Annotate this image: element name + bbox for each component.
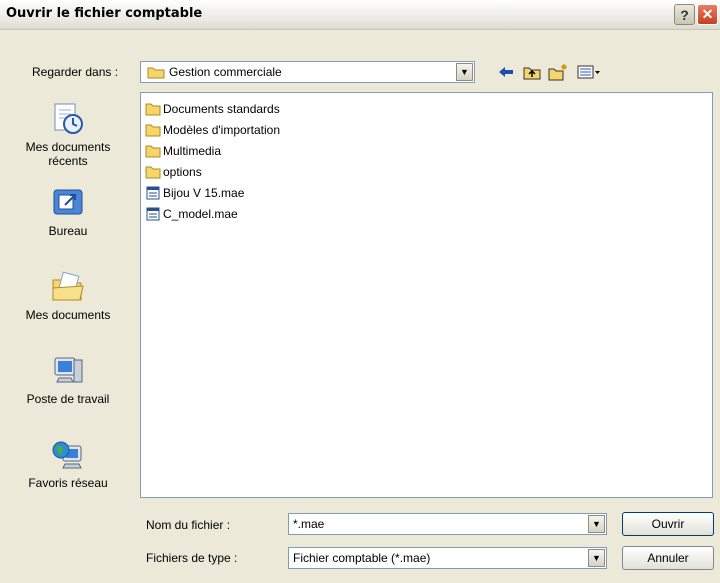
filetype-label: Fichiers de type : — [146, 551, 238, 565]
open-button-label: Ouvrir — [651, 517, 685, 531]
my-documents-icon — [52, 271, 84, 301]
help-icon: ? — [680, 6, 689, 23]
folder-icon — [145, 145, 161, 158]
file-list[interactable]: Documents standards Modèles d'importatio… — [140, 92, 713, 498]
help-button[interactable]: ? — [674, 4, 695, 25]
look-in-value: Gestion commerciale — [169, 65, 282, 79]
up-folder-icon — [523, 67, 541, 80]
filetype-dropdown[interactable]: Fichier comptable (*.mae) ▼ — [288, 547, 607, 569]
list-item[interactable]: options — [145, 163, 202, 181]
filename-input[interactable]: *.mae ▼ — [288, 513, 607, 535]
places-bar: Mes documents récents Bureau Mes documen… — [8, 92, 128, 498]
chevron-down-icon[interactable]: ▼ — [456, 63, 473, 81]
list-item[interactable]: Documents standards — [145, 100, 280, 118]
filename-value: *.mae — [293, 517, 325, 531]
file-name: options — [163, 165, 202, 179]
title-bar[interactable]: Ouvrir le fichier comptable ? ✕ — [0, 0, 720, 30]
desktop-icon — [53, 189, 83, 215]
file-name: Modèles d'importation — [163, 123, 281, 137]
file-name: Bijou V 15.mae — [163, 186, 245, 200]
filename-label: Nom du fichier : — [146, 518, 231, 532]
up-folder-button[interactable] — [521, 62, 543, 82]
accounting-file-icon — [146, 186, 160, 200]
list-item[interactable]: Multimedia — [145, 142, 221, 160]
place-my-documents[interactable]: Mes documents — [8, 270, 128, 322]
place-recent-documents[interactable]: Mes documents récents — [8, 102, 128, 168]
folder-icon — [145, 124, 161, 137]
close-icon: ✕ — [701, 6, 714, 22]
list-item[interactable]: Bijou V 15.mae — [145, 184, 244, 202]
back-button[interactable] — [495, 62, 517, 82]
window-title: Ouvrir le fichier comptable — [6, 6, 203, 21]
file-name: Multimedia — [163, 144, 222, 158]
place-label: Mes documents récents — [25, 140, 111, 168]
open-button[interactable]: Ouvrir — [622, 512, 714, 536]
look-in-label: Regarder dans : — [32, 65, 119, 79]
recent-documents-icon — [54, 103, 83, 134]
folder-icon — [147, 67, 165, 79]
place-my-computer[interactable]: Poste de travail — [8, 354, 128, 406]
back-arrow-icon — [499, 67, 513, 77]
place-desktop[interactable]: Bureau — [8, 186, 128, 238]
network-places-icon — [52, 441, 82, 469]
list-item[interactable]: C_model.mae — [145, 205, 238, 223]
cancel-button-label: Annuler — [647, 551, 689, 565]
view-menu-button[interactable] — [575, 62, 603, 82]
new-folder-button[interactable] — [547, 62, 569, 82]
filetype-value: Fichier comptable (*.mae) — [293, 551, 431, 565]
chevron-down-icon[interactable]: ▼ — [588, 515, 605, 533]
view-menu-icon — [577, 65, 600, 79]
file-name: C_model.mae — [163, 207, 238, 221]
file-name: Documents standards — [163, 102, 280, 116]
new-folder-icon — [548, 64, 567, 81]
place-label: Bureau — [48, 224, 88, 238]
chevron-down-icon[interactable]: ▼ — [588, 549, 605, 567]
my-computer-icon — [54, 357, 83, 383]
close-button[interactable]: ✕ — [697, 4, 718, 25]
list-item[interactable]: Modèles d'importation — [145, 121, 280, 139]
place-label: Mes documents — [25, 308, 111, 322]
place-label: Favoris réseau — [28, 476, 108, 490]
cancel-button[interactable]: Annuler — [622, 546, 714, 570]
place-network[interactable]: Favoris réseau — [8, 438, 128, 490]
accounting-file-icon — [146, 207, 160, 221]
place-label: Poste de travail — [26, 392, 110, 406]
folder-icon — [145, 166, 161, 179]
look-in-dropdown[interactable]: Gestion commerciale ▼ — [140, 61, 475, 83]
folder-icon — [145, 103, 161, 116]
